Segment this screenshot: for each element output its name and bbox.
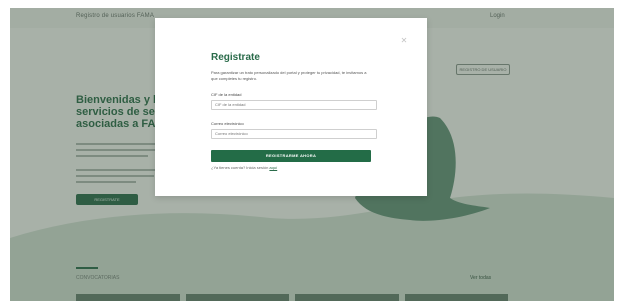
submit-register-button[interactable]: REGISTRARME AHORA [211, 150, 371, 162]
login-prompt-text: ¿Ya tienes cuenta? Inicia sesión [211, 165, 269, 170]
cif-label: CIF de la entidad [211, 92, 242, 97]
modal-description: Para garantizar un trato personalizado d… [211, 70, 367, 81]
cif-input[interactable] [211, 100, 377, 110]
login-prompt: ¿Ya tienes cuenta? Inicia sesión aquí [211, 165, 277, 170]
register-modal: ✕ Registrate Para garantizar un trato pe… [155, 18, 427, 196]
email-input[interactable] [211, 129, 377, 139]
close-icon[interactable]: ✕ [399, 36, 409, 46]
modal-title: Registrate [211, 52, 260, 63]
login-here-link[interactable]: aquí [269, 165, 277, 170]
screenshot-frame: Registro de usuarios FAMA Login REGISTRO… [0, 0, 618, 301]
email-label: Correo electrónico [211, 121, 244, 126]
